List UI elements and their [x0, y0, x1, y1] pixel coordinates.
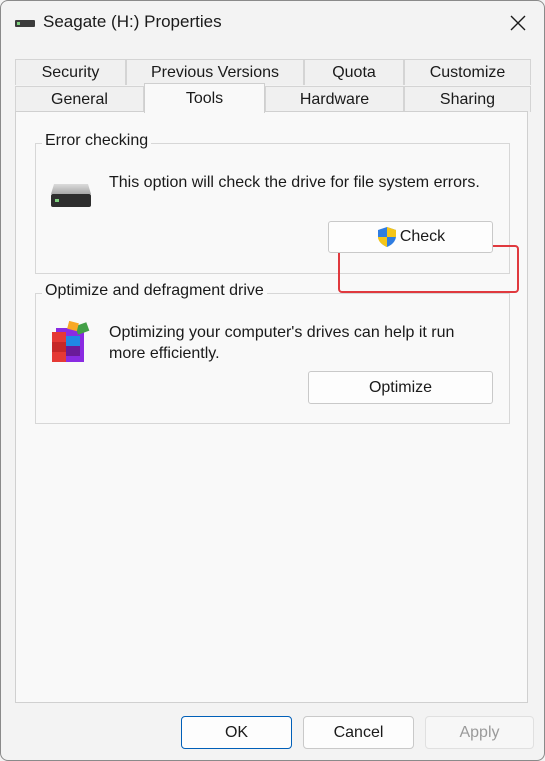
optimize-button[interactable]: Optimize: [308, 371, 493, 404]
drive-icon: [15, 20, 35, 27]
apply-button[interactable]: Apply: [425, 716, 534, 749]
optimize-group: Optimize and defragment drive Optimizing…: [35, 282, 510, 424]
error-checking-description: This option will check the drive for fil…: [109, 174, 480, 191]
error-checking-title: Error checking: [42, 132, 152, 150]
title-bar: Seagate (H:) Properties: [1, 1, 544, 45]
properties-dialog: Seagate (H:) Properties Security Previou…: [0, 0, 545, 761]
tab-security[interactable]: Security: [15, 59, 126, 85]
defragment-icon: [52, 320, 90, 362]
tools-panel: Error checking This option will check th…: [15, 111, 528, 703]
shield-icon: [377, 227, 396, 247]
tab-tools[interactable]: Tools: [144, 83, 265, 113]
close-button[interactable]: [500, 7, 536, 39]
cancel-button[interactable]: Cancel: [303, 716, 414, 749]
tab-customize[interactable]: Customize: [404, 59, 531, 85]
tab-previous-versions[interactable]: Previous Versions: [126, 59, 304, 85]
close-icon: [510, 15, 526, 31]
optimize-title: Optimize and defragment drive: [42, 282, 267, 300]
ok-button[interactable]: OK: [181, 716, 292, 749]
error-checking-group: Error checking This option will check th…: [35, 132, 519, 293]
check-button[interactable]: Check: [328, 221, 493, 253]
optimize-description: Optimizing your computer's drives can he…: [109, 324, 455, 362]
tab-quota[interactable]: Quota: [304, 59, 404, 85]
tab-sharing[interactable]: Sharing: [404, 86, 531, 112]
hard-drive-icon: [51, 184, 91, 207]
tab-general[interactable]: General: [15, 86, 144, 112]
tab-hardware[interactable]: Hardware: [265, 86, 404, 112]
check-button-label: Check: [399, 228, 446, 245]
window-title: Seagate (H:) Properties: [43, 12, 222, 31]
